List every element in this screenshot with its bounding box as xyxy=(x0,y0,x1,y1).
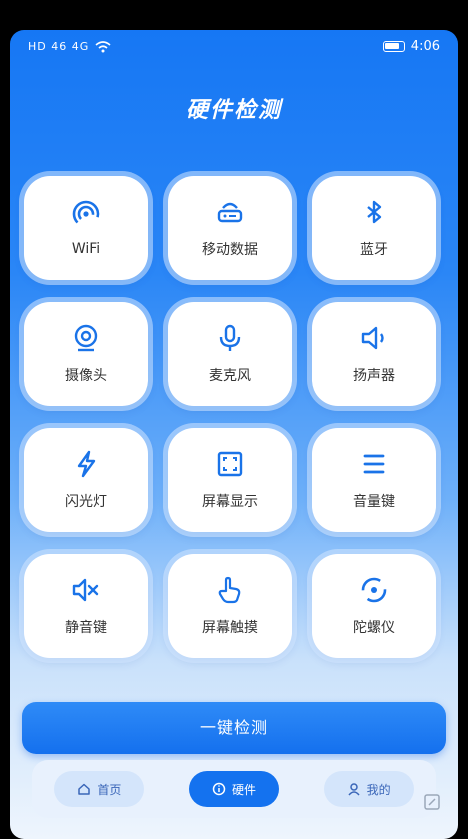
tile-label: 屏幕显示 xyxy=(202,494,258,510)
home-icon xyxy=(78,783,91,795)
tile-label: 麦克风 xyxy=(209,368,251,384)
wifi-icon xyxy=(71,199,101,229)
tile-label: 静音键 xyxy=(65,620,107,636)
tile-screen-display[interactable]: 屏幕显示 xyxy=(168,428,292,532)
tile-wifi[interactable]: WiFi xyxy=(24,176,148,280)
tile-label: 音量键 xyxy=(353,494,395,510)
one-click-check-button[interactable]: 一键检测 xyxy=(22,702,446,754)
tile-label: 扬声器 xyxy=(353,368,395,384)
microphone-icon xyxy=(215,323,245,353)
tile-flash[interactable]: 闪光灯 xyxy=(24,428,148,532)
gyroscope-icon xyxy=(359,575,389,605)
tile-label: 陀螺仪 xyxy=(353,620,395,636)
signal-text: HD 46 4G xyxy=(28,40,90,53)
status-time: 4:06 xyxy=(410,39,440,54)
info-icon xyxy=(212,782,226,796)
volume-keys-icon xyxy=(359,449,389,479)
tile-mobile-data[interactable]: 移动数据 xyxy=(168,176,292,280)
camera-icon xyxy=(71,323,101,353)
screen-icon xyxy=(215,449,245,479)
mute-icon xyxy=(71,575,101,605)
user-icon xyxy=(348,783,360,796)
tile-gyroscope[interactable]: 陀螺仪 xyxy=(312,554,436,658)
nav-home[interactable]: 首页 xyxy=(54,771,145,807)
tile-label: 闪光灯 xyxy=(65,494,107,510)
tile-bluetooth[interactable]: 蓝牙 xyxy=(312,176,436,280)
tile-speaker[interactable]: 扬声器 xyxy=(312,302,436,406)
status-right: 4:06 xyxy=(382,39,440,54)
tile-label: 移动数据 xyxy=(202,242,258,258)
tile-camera[interactable]: 摄像头 xyxy=(24,302,148,406)
page-title: 硬件检测 xyxy=(185,98,282,123)
tile-label: WiFi xyxy=(71,241,101,257)
nav-label: 首页 xyxy=(97,782,122,797)
tile-microphone[interactable]: 麦克风 xyxy=(168,302,292,406)
battery-icon xyxy=(382,41,405,52)
speaker-icon xyxy=(359,323,389,353)
touch-icon xyxy=(215,575,245,605)
nav-hardware[interactable]: 硬件 xyxy=(188,771,279,807)
nav-mine[interactable]: 我的 xyxy=(323,771,414,807)
nav-label: 我的 xyxy=(366,782,391,797)
signal-indicators: HD 46 4G xyxy=(28,40,111,53)
flash-icon xyxy=(71,449,101,479)
app-screen: HD 46 4G 4:06 硬件检测 WiFi 移动数据 蓝牙 摄像头 麦克风 … xyxy=(10,30,458,839)
tile-label: 摄像头 xyxy=(65,368,107,384)
bottom-nav: 首页 硬件 我的 xyxy=(32,760,436,818)
edit-icon[interactable] xyxy=(422,792,442,812)
nav-label: 硬件 xyxy=(231,782,256,797)
status-bar: HD 46 4G 4:06 xyxy=(10,30,458,64)
router-icon xyxy=(215,197,245,227)
tile-label: 屏幕触摸 xyxy=(202,620,258,636)
tile-volume-keys[interactable]: 音量键 xyxy=(312,428,436,532)
hardware-grid: WiFi 移动数据 蓝牙 摄像头 麦克风 扬声器 闪光灯 屏幕显示 音量键 静音… xyxy=(24,176,444,658)
bluetooth-icon xyxy=(359,197,389,227)
tile-label: 蓝牙 xyxy=(360,242,388,258)
tile-mute-key[interactable]: 静音键 xyxy=(24,554,148,658)
wifi-status-icon xyxy=(95,40,111,52)
tile-screen-touch[interactable]: 屏幕触摸 xyxy=(168,554,292,658)
